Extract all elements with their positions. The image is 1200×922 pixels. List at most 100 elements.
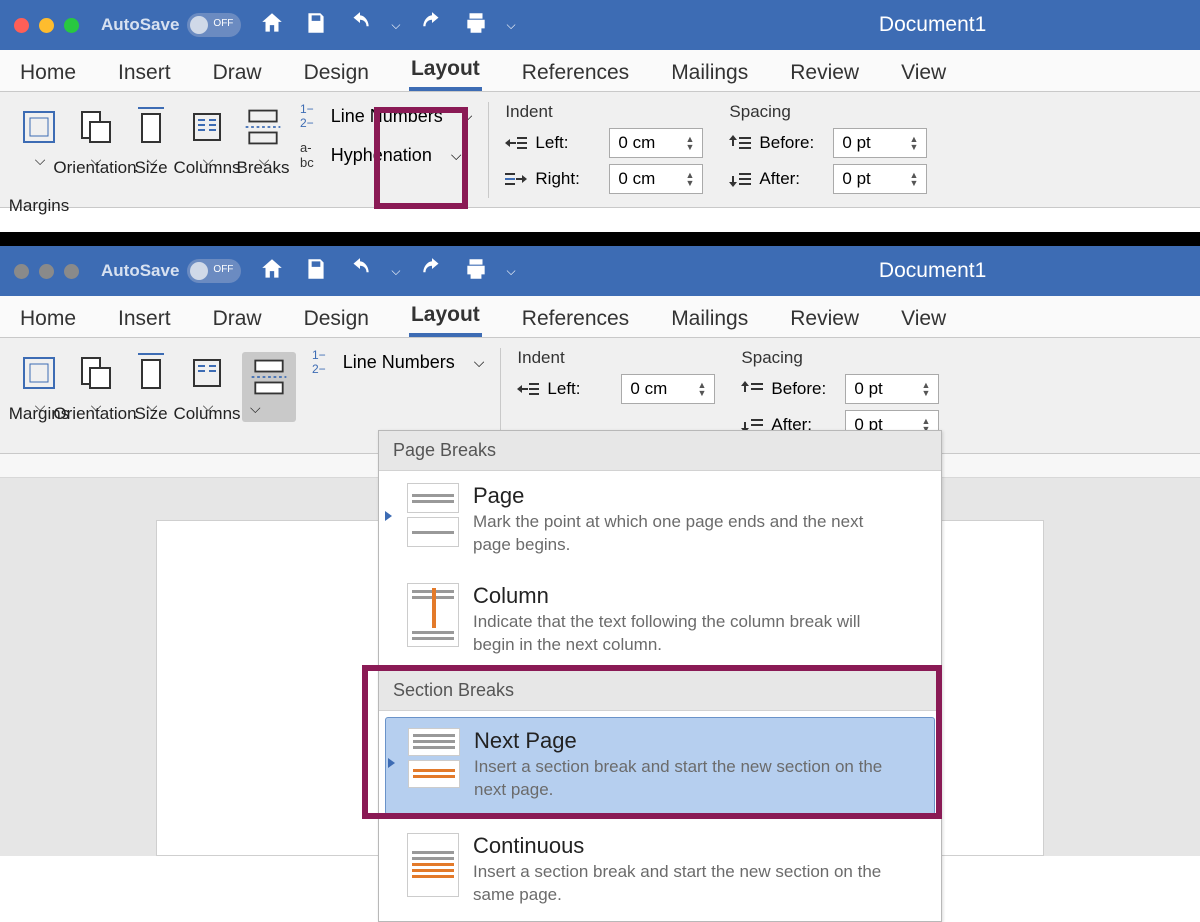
more-icon[interactable]: ⌵ (507, 18, 516, 33)
breaks-button[interactable]: ⌵ Breaks (238, 102, 288, 173)
tab-references[interactable]: References (520, 55, 631, 91)
size-button[interactable]: ⌵ Size (126, 348, 176, 419)
menu-item-continuous[interactable]: ContinuousInsert a section break and sta… (379, 821, 941, 921)
breaks-icon (248, 356, 290, 398)
document-title: Document1 (879, 13, 986, 37)
line-numbers-button[interactable]: 1−2− Line Numbers ⌵ (312, 348, 484, 376)
size-icon (130, 352, 172, 394)
size-button[interactable]: ⌵ Size (126, 102, 176, 173)
spacing-before-input[interactable]: 0 pt▲▼ (833, 128, 927, 158)
window-controls[interactable] (14, 264, 79, 279)
window-controls[interactable] (14, 18, 79, 33)
toggle-switch-icon[interactable] (187, 259, 241, 283)
line-numbers-button[interactable]: 1−2− Line Numbers ⌵ (300, 102, 472, 130)
tab-home[interactable]: Home (18, 55, 78, 91)
print-icon[interactable] (463, 10, 489, 41)
ribbon-tabs: Home Insert Draw Design Layout Reference… (0, 296, 1200, 338)
title-bar: AutoSave ⌵ ⌵ Document1 (0, 246, 1200, 296)
tab-layout[interactable]: Layout (409, 297, 482, 337)
redo-icon[interactable] (419, 10, 445, 41)
spacing-group: Spacing Before: 0 pt▲▼ After: 0 pt▲▼ (729, 102, 927, 194)
menu-item-page[interactable]: PageMark the point at which one page end… (379, 471, 941, 571)
tab-draw[interactable]: Draw (211, 301, 264, 337)
hyphenation-icon: a-bc (300, 140, 314, 170)
save-icon[interactable] (303, 10, 329, 41)
home-icon[interactable] (259, 10, 285, 41)
size-icon (130, 106, 172, 148)
tab-view[interactable]: View (899, 301, 948, 337)
tab-mailings[interactable]: Mailings (669, 55, 750, 91)
hyphenation-button[interactable]: a-bc Hyphenation ⌵ (300, 140, 472, 170)
close-dot-icon[interactable] (14, 18, 29, 33)
breaks-button-open[interactable]: ⌵ (238, 348, 300, 426)
indent-right-icon (505, 171, 527, 187)
orientation-button[interactable]: ⌵ Orientation (70, 348, 120, 419)
zoom-dot-icon[interactable] (64, 18, 79, 33)
margins-icon (18, 352, 60, 394)
quick-access-toolbar: ⌵ ⌵ (259, 10, 515, 41)
page-break-icon (407, 517, 459, 547)
tab-layout[interactable]: Layout (409, 51, 482, 91)
indent-group: Indent Left: 0 cm▲▼ Right: 0 cm▲▼ (505, 102, 703, 194)
chevron-down-icon[interactable]: ⌵ (391, 264, 400, 279)
indent-left-input[interactable]: 0 cm▲▼ (621, 374, 715, 404)
autosave-toggle[interactable]: AutoSave (101, 13, 241, 37)
indent-left-input[interactable]: 0 cm▲▼ (609, 128, 703, 158)
page-break-icon (407, 483, 459, 513)
tab-insert[interactable]: Insert (116, 301, 173, 337)
zoom-dot-icon[interactable] (64, 264, 79, 279)
tab-design[interactable]: Design (302, 301, 371, 337)
orientation-icon (74, 106, 116, 148)
save-icon[interactable] (303, 256, 329, 287)
tab-insert[interactable]: Insert (116, 55, 173, 91)
minimize-dot-icon[interactable] (39, 18, 54, 33)
autosave-toggle[interactable]: AutoSave (101, 259, 241, 283)
breaks-icon (242, 106, 284, 148)
columns-button[interactable]: ⌵ Columns (182, 102, 232, 173)
tab-draw[interactable]: Draw (211, 55, 264, 91)
next-page-icon (408, 760, 460, 788)
tab-view[interactable]: View (899, 55, 948, 91)
tab-design[interactable]: Design (302, 55, 371, 91)
columns-icon (186, 352, 228, 394)
ribbon: ⌵ Margins ⌵ Orientation ⌵ Size ⌵ Columns… (0, 92, 1200, 208)
autosave-label: AutoSave (101, 15, 179, 35)
redo-icon[interactable] (419, 256, 445, 287)
columns-button[interactable]: ⌵ Columns (182, 348, 232, 419)
spacing-before-icon (729, 135, 751, 151)
spacing-before-input[interactable]: 0 pt▲▼ (845, 374, 939, 404)
line-numbers-icon: 1−2− (312, 348, 326, 376)
breaks-dropdown: Page Breaks PageMark the point at which … (378, 430, 942, 922)
spacing-after-input[interactable]: 0 pt▲▼ (833, 164, 927, 194)
quick-access-toolbar: ⌵ ⌵ (259, 256, 515, 287)
menu-item-column[interactable]: ColumnIndicate that the text following t… (379, 571, 941, 671)
section-breaks-header: Section Breaks (379, 671, 941, 711)
indent-left-icon (505, 135, 527, 151)
close-dot-icon[interactable] (14, 264, 29, 279)
home-icon[interactable] (259, 256, 285, 287)
tab-mailings[interactable]: Mailings (669, 301, 750, 337)
menu-item-next-page[interactable]: Next PageInsert a section break and star… (385, 717, 935, 815)
undo-icon[interactable] (347, 10, 373, 41)
tab-review[interactable]: Review (788, 301, 861, 337)
continuous-break-icon (407, 833, 459, 897)
page-breaks-header: Page Breaks (379, 431, 941, 471)
line-numbers-icon: 1−2− (300, 102, 314, 130)
title-bar: AutoSave ⌵ ⌵ Document1 (0, 0, 1200, 50)
spacing-group: Spacing Before: 0 pt▲▼ After: 0 pt▲▼ (741, 348, 939, 440)
toggle-switch-icon[interactable] (187, 13, 241, 37)
tab-review[interactable]: Review (788, 55, 861, 91)
tab-references[interactable]: References (520, 301, 631, 337)
indent-right-input[interactable]: 0 cm▲▼ (609, 164, 703, 194)
margins-icon (18, 106, 60, 148)
tab-home[interactable]: Home (18, 301, 78, 337)
print-icon[interactable] (463, 256, 489, 287)
undo-icon[interactable] (347, 256, 373, 287)
more-icon[interactable]: ⌵ (507, 264, 516, 279)
columns-icon (186, 106, 228, 148)
minimize-dot-icon[interactable] (39, 264, 54, 279)
spacing-after-icon (729, 171, 751, 187)
orientation-button[interactable]: ⌵ Orientation (70, 102, 120, 173)
chevron-down-icon[interactable]: ⌵ (391, 18, 400, 33)
autosave-label: AutoSave (101, 261, 179, 281)
